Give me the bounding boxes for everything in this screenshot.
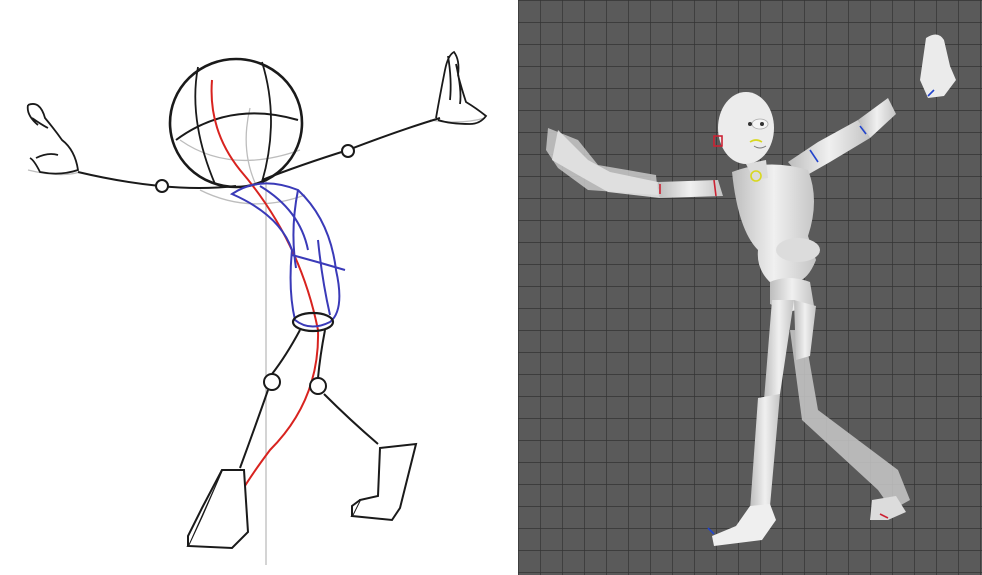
hand-glove-icon <box>26 103 80 175</box>
left-elbow-joint <box>155 179 169 193</box>
left-knee-joint <box>263 373 281 391</box>
head-circle <box>168 57 304 189</box>
viewport-canvas <box>518 0 982 575</box>
gesture-sketch <box>26 50 488 565</box>
legs <box>239 329 379 469</box>
right-elbow-joint <box>341 144 355 158</box>
line-of-action <box>210 79 320 511</box>
viewport-grid <box>518 0 982 575</box>
arms <box>77 117 441 189</box>
torso-construction <box>229 182 346 328</box>
comparison-image <box>0 0 982 575</box>
viewport-panel <box>518 0 982 575</box>
foot-box-icon <box>186 469 250 550</box>
hand-glove-icon-right <box>435 50 488 125</box>
sketch-panel <box>0 0 500 575</box>
right-knee-joint <box>309 377 327 395</box>
panel-divider <box>500 0 518 575</box>
foot-box-icon-right <box>350 442 418 522</box>
